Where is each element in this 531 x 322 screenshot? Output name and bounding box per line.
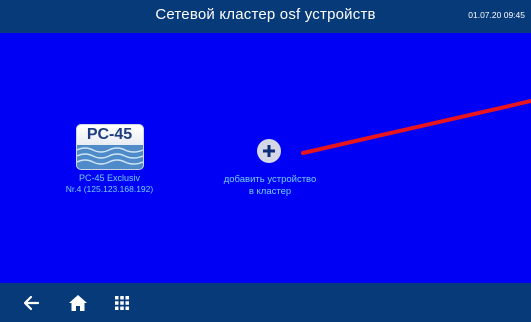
home-button[interactable]	[67, 292, 89, 314]
home-icon	[69, 295, 87, 311]
add-device-label[interactable]: добавить устройство в кластер	[200, 174, 340, 198]
add-device-label-line2: в кластер	[248, 186, 292, 197]
screen: Сетевой кластер osf устройств 01.07.20 0…	[0, 0, 531, 322]
add-device-label-line1: добавить устройство	[223, 174, 317, 185]
device-address: Nr.4 (125.123.168.192)	[65, 184, 154, 194]
menu-button[interactable]	[111, 292, 133, 314]
device-name: PC-45 Exclusiv	[78, 173, 141, 183]
add-device-button[interactable]	[257, 139, 281, 163]
device-model-label: PC-45	[86, 126, 133, 143]
back-arrow-icon	[23, 295, 40, 311]
grid-menu-icon	[115, 296, 129, 310]
back-button[interactable]	[21, 292, 43, 314]
plus-icon	[263, 145, 275, 157]
device-model-icon: PC-45	[75, 124, 144, 170]
bottom-navigation-bar	[0, 283, 531, 322]
water-waves-icon	[76, 145, 143, 169]
cluster-device-item[interactable]: PC-45 PC-45 Exclusiv Nr.4 (125.123.168.1…	[52, 124, 167, 194]
